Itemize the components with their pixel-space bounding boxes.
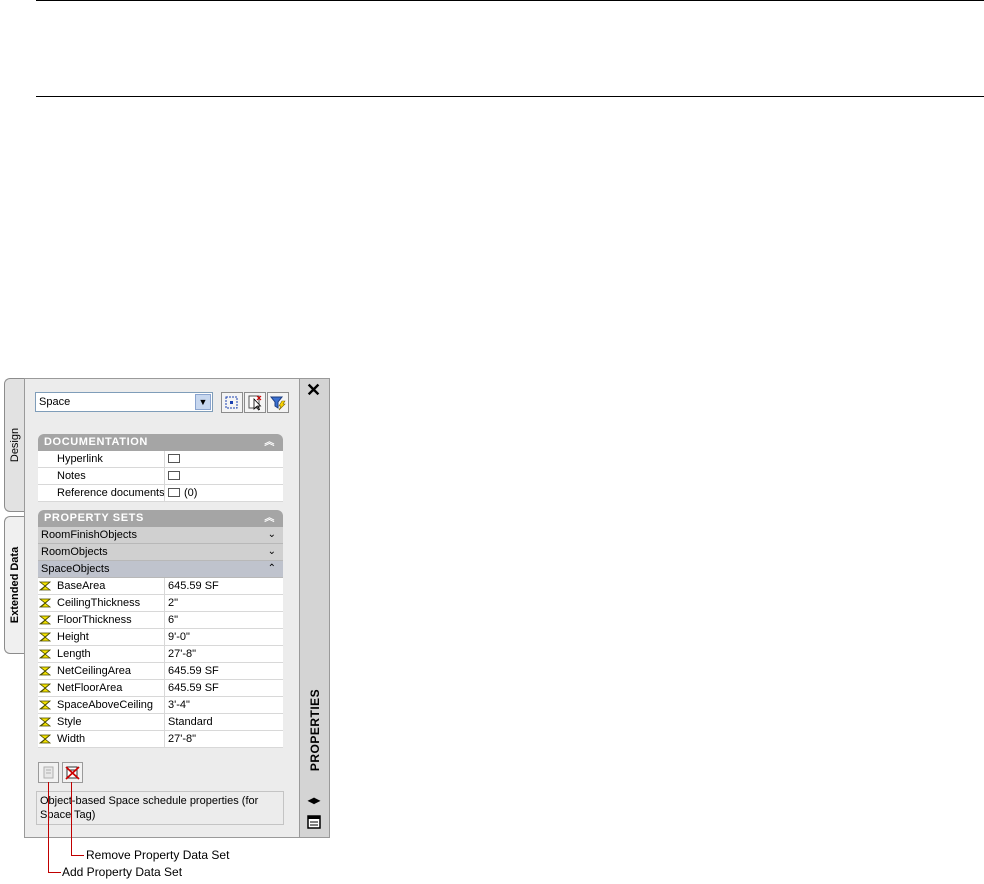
property-value: 27'-8" bbox=[164, 646, 196, 662]
dropdown-arrow-icon[interactable]: ▼ bbox=[195, 394, 211, 410]
property-value: 6" bbox=[164, 612, 178, 628]
property-set-icon bbox=[39, 683, 51, 693]
property-sets-header-label: PROPERTY SETS bbox=[44, 512, 144, 524]
tab-design[interactable]: Design bbox=[4, 378, 24, 512]
header-rule bbox=[36, 96, 984, 97]
property-row[interactable]: CeilingThickness 2" bbox=[38, 595, 283, 612]
property-row[interactable]: Style Standard bbox=[38, 714, 283, 731]
top-rule bbox=[36, 0, 984, 1]
doc-row-label: Notes bbox=[57, 470, 86, 482]
object-type-select[interactable]: Space ▼ bbox=[35, 392, 213, 412]
property-value: 9'-0" bbox=[164, 629, 190, 645]
doc-row-value: (0) bbox=[184, 487, 198, 499]
callout-add-line bbox=[48, 872, 61, 873]
doc-row-notes[interactable]: Notes bbox=[38, 468, 283, 485]
palette-title: PROPERTIES bbox=[308, 688, 322, 772]
doc-row-reference-documents[interactable]: Reference documents (0) bbox=[38, 485, 283, 502]
property-row[interactable]: NetCeilingArea 645.59 SF bbox=[38, 663, 283, 680]
property-set-icon bbox=[39, 581, 51, 591]
property-name: Width bbox=[57, 733, 86, 745]
add-property-set-icon bbox=[43, 766, 54, 779]
group-spaceobjects[interactable]: SpaceObjects ⌃ bbox=[38, 561, 283, 578]
property-value: 2" bbox=[164, 595, 178, 611]
property-value: 3'-4" bbox=[164, 697, 190, 713]
group-roomfinishobjects[interactable]: RoomFinishObjects ⌄ bbox=[38, 527, 283, 544]
documentation-header-label: DOCUMENTATION bbox=[44, 436, 148, 448]
callout-remove-line bbox=[71, 782, 72, 855]
group-roomobjects[interactable]: RoomObjects ⌄ bbox=[38, 544, 283, 561]
callout-remove-line bbox=[71, 855, 84, 856]
property-set-icon bbox=[39, 717, 51, 727]
property-row[interactable]: BaseArea 645.59 SF bbox=[38, 578, 283, 595]
group-label: RoomFinishObjects bbox=[41, 529, 137, 541]
property-name: FloorThickness bbox=[57, 614, 132, 626]
property-row[interactable]: Height 9'-0" bbox=[38, 629, 283, 646]
property-name: CeilingThickness bbox=[57, 597, 141, 609]
quick-select-icon bbox=[269, 396, 286, 411]
pick-object-button[interactable] bbox=[244, 392, 266, 413]
doc-row-label: Reference documents bbox=[57, 487, 165, 499]
property-row[interactable]: Width 27'-8" bbox=[38, 731, 283, 748]
documentation-section-header[interactable]: DOCUMENTATION ︽ bbox=[38, 434, 283, 451]
property-set-icon bbox=[39, 615, 51, 625]
property-name: Height bbox=[57, 631, 89, 643]
property-value: 645.59 SF bbox=[164, 663, 219, 679]
property-value: 645.59 SF bbox=[164, 680, 219, 696]
collapse-icon[interactable]: ⌃ bbox=[268, 561, 276, 577]
property-sets-section-header[interactable]: PROPERTY SETS ︽ bbox=[38, 510, 283, 527]
auto-hide-icon[interactable]: ◂▸ bbox=[306, 793, 322, 807]
callout-add-line bbox=[48, 782, 49, 872]
group-label: RoomObjects bbox=[41, 546, 108, 558]
close-icon[interactable]: ✕ bbox=[306, 381, 321, 399]
pick-object-icon bbox=[248, 395, 262, 411]
callout-add-label: Add Property Data Set bbox=[62, 865, 183, 879]
property-row[interactable]: Length 27'-8" bbox=[38, 646, 283, 663]
property-set-icon bbox=[39, 700, 51, 710]
palette-menu-icon[interactable] bbox=[306, 815, 322, 829]
property-name: NetCeilingArea bbox=[57, 665, 131, 677]
property-row[interactable]: SpaceAboveCeiling 3'-4" bbox=[38, 697, 283, 714]
callout-remove-label: Remove Property Data Set bbox=[86, 848, 230, 862]
property-set-icon bbox=[39, 666, 51, 676]
doc-row-label: Hyperlink bbox=[57, 453, 103, 465]
description-panel: Object-based Space schedule properties (… bbox=[36, 791, 284, 825]
select-objects-button[interactable] bbox=[221, 392, 243, 413]
property-value: 645.59 SF bbox=[164, 578, 219, 594]
note-icon[interactable] bbox=[168, 487, 180, 497]
property-row[interactable]: FloorThickness 6" bbox=[38, 612, 283, 629]
collapse-icon[interactable]: ︽ bbox=[264, 434, 275, 451]
collapse-icon[interactable]: ︽ bbox=[264, 510, 275, 527]
note-icon[interactable] bbox=[168, 470, 180, 480]
property-value: Standard bbox=[164, 714, 213, 730]
note-icon[interactable] bbox=[168, 453, 180, 463]
group-label: SpaceObjects bbox=[41, 563, 110, 575]
property-set-icon bbox=[39, 649, 51, 659]
remove-property-set-button[interactable] bbox=[62, 762, 83, 783]
expand-icon[interactable]: ⌄ bbox=[268, 544, 276, 560]
property-name: Style bbox=[57, 716, 82, 728]
object-type-value: Space bbox=[39, 396, 71, 408]
property-set-icon bbox=[39, 632, 51, 642]
tab-extended-data-label: Extended Data bbox=[8, 546, 21, 624]
doc-row-hyperlink[interactable]: Hyperlink bbox=[38, 451, 283, 468]
remove-property-set-icon bbox=[65, 766, 80, 780]
quick-select-button[interactable] bbox=[267, 392, 289, 413]
property-set-icon bbox=[39, 598, 51, 608]
description-text: Object-based Space schedule properties (… bbox=[40, 795, 259, 821]
property-value: 27'-8" bbox=[164, 731, 196, 747]
property-set-icon bbox=[39, 734, 51, 744]
property-name: SpaceAboveCeiling bbox=[57, 699, 154, 711]
expand-icon[interactable]: ⌄ bbox=[268, 527, 276, 543]
select-objects-icon bbox=[225, 396, 238, 409]
property-name: Length bbox=[57, 648, 91, 660]
property-name: NetFloorArea bbox=[57, 682, 123, 694]
tab-design-label: Design bbox=[8, 427, 21, 463]
tab-extended-data[interactable]: Extended Data bbox=[4, 516, 24, 654]
property-row[interactable]: NetFloorArea 645.59 SF bbox=[38, 680, 283, 697]
add-property-set-button[interactable] bbox=[38, 762, 59, 783]
property-name: BaseArea bbox=[57, 580, 106, 592]
